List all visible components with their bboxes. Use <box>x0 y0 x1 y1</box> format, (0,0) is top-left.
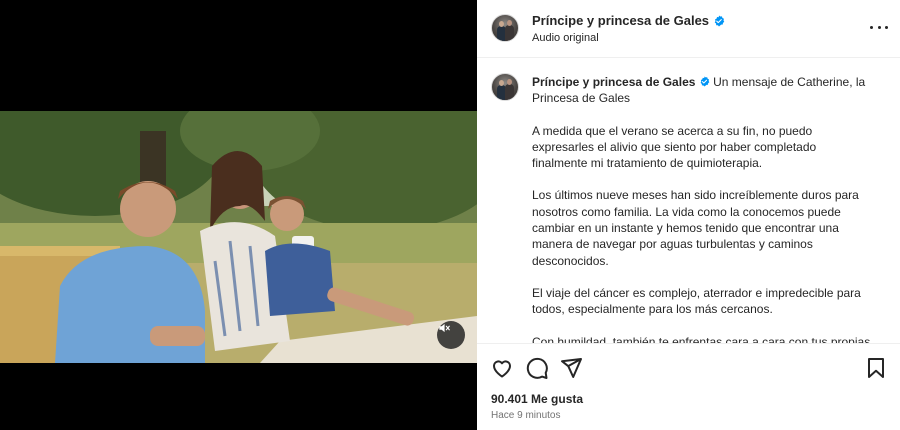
share-button[interactable] <box>559 356 583 380</box>
speaker-muted-icon <box>439 323 450 333</box>
verified-badge-icon <box>700 76 710 87</box>
caption-paragraph: Con humildad, también te enfrentas cara … <box>532 334 871 343</box>
caption-paragraph: Los últimos nueve meses han sido increíb… <box>532 188 859 268</box>
verified-badge-icon <box>714 15 725 26</box>
comment-button[interactable] <box>525 356 549 380</box>
post-timestamp[interactable]: Hace 9 minutos <box>491 410 560 421</box>
caption-paragraph: A medida que el verano se acerca a su fi… <box>532 123 817 171</box>
caption-scroll-area[interactable]: Príncipe y princesa de Gales Un mensaje … <box>477 58 900 343</box>
post-caption: Príncipe y princesa de Gales Un mensaje … <box>532 74 872 343</box>
dot-icon <box>877 25 881 29</box>
post-sidebar: Príncipe y princesa de Gales Audio origi… <box>477 0 900 430</box>
like-button[interactable] <box>490 356 514 380</box>
audio-label-link[interactable]: Audio original <box>532 32 599 44</box>
video-frame <box>0 111 477 363</box>
paper-plane-icon <box>561 358 582 378</box>
bookmark-icon <box>868 358 884 378</box>
caption-first-line: Príncipe y princesa de Gales Un mensaje … <box>532 75 865 105</box>
post-header: Príncipe y princesa de Gales Audio origi… <box>477 0 900 58</box>
account-avatar[interactable] <box>491 14 519 42</box>
more-options-button[interactable] <box>870 20 888 34</box>
caption-author-link[interactable]: Príncipe y princesa de Gales <box>532 75 695 89</box>
account-line: Príncipe y princesa de Gales <box>532 13 725 28</box>
caption-avatar[interactable] <box>491 73 519 101</box>
save-button[interactable] <box>864 356 888 380</box>
dot-icon <box>885 25 888 29</box>
media-pane <box>0 0 477 430</box>
comment-icon <box>526 357 548 379</box>
heart-icon <box>492 360 512 378</box>
video-player[interactable] <box>0 111 477 363</box>
mute-toggle-button[interactable] <box>437 321 465 349</box>
post-actions: 90.401 Me gusta Hace 9 minutos <box>477 343 900 430</box>
likes-count-link[interactable]: 90.401 Me gusta <box>491 392 583 406</box>
caption-paragraph: El viaje del cáncer es complejo, aterrad… <box>532 285 861 317</box>
account-name-link[interactable]: Príncipe y princesa de Gales <box>532 13 709 28</box>
dot-icon <box>870 25 873 29</box>
